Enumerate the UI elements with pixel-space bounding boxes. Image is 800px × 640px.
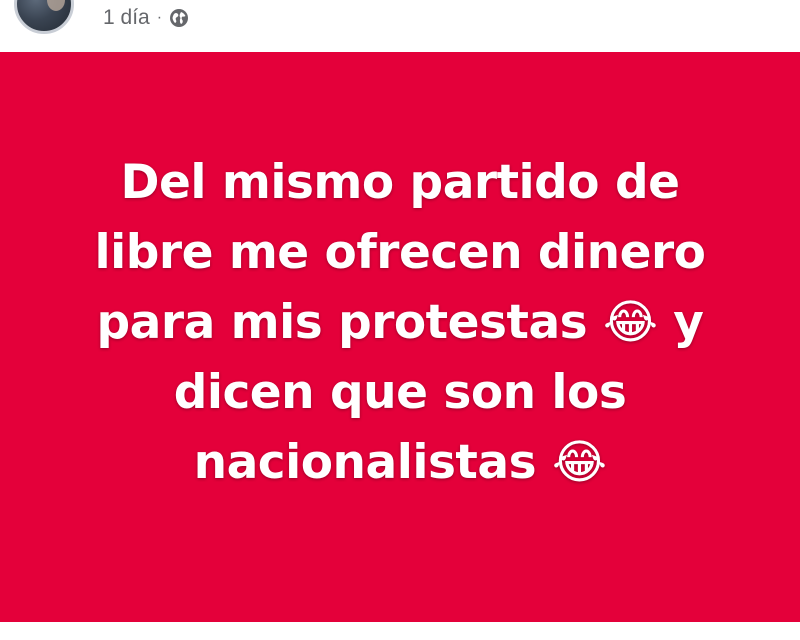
post-timestamp[interactable]: 1 día bbox=[103, 6, 150, 30]
avatar-photo bbox=[47, 0, 65, 11]
post-background-card: Del mismo partido de libre me ofrecen di… bbox=[0, 52, 800, 622]
globe-icon[interactable] bbox=[169, 8, 189, 28]
meta-separator: · bbox=[156, 9, 163, 26]
post-text: Del mismo partido de libre me ofrecen di… bbox=[94, 155, 706, 490]
avatar[interactable] bbox=[14, 0, 74, 34]
post-bottom-strip bbox=[0, 622, 800, 640]
post-meta: 1 día · bbox=[103, 3, 189, 33]
facebook-post: 1 día · Del mismo partido de libre me of… bbox=[0, 0, 800, 640]
post-header: 1 día · bbox=[0, 0, 800, 52]
